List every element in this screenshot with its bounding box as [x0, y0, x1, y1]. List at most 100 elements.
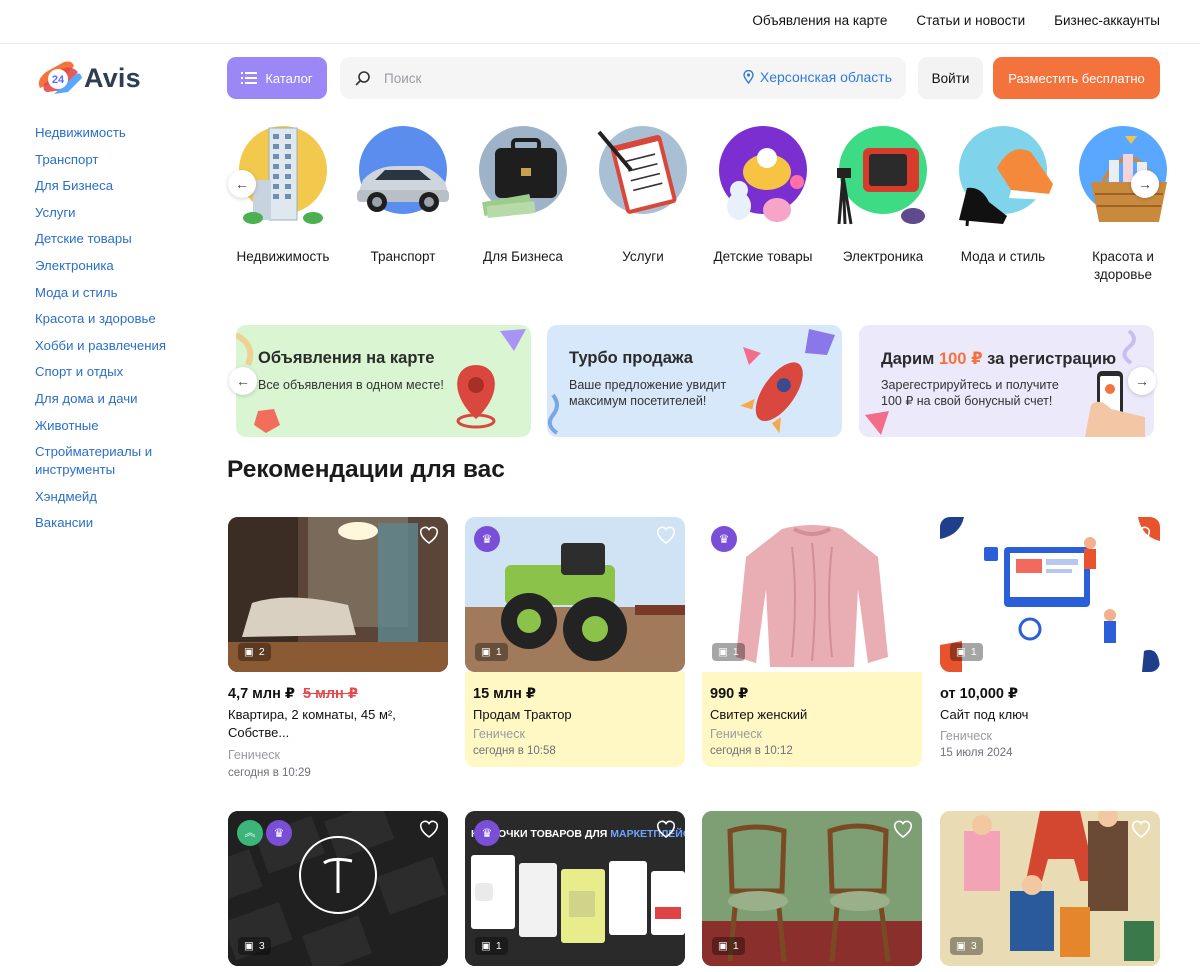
arrow-left-icon: ←	[236, 373, 250, 389]
sidebar-item-jobs[interactable]: Вакансии	[35, 514, 210, 532]
category-fashion[interactable]: Мода и стиль	[943, 124, 1063, 266]
promo-turbo[interactable]: Турбо продажа Ваше предложение увидит ма…	[547, 325, 842, 437]
crown-icon: ♛	[718, 532, 730, 546]
camera-icon: ▣	[481, 646, 491, 658]
listing-price: 990 ₽	[710, 686, 748, 702]
sidebar-item-kids[interactable]: Детские товары	[35, 230, 210, 248]
listing-photo: ▣ 2	[228, 517, 448, 672]
sidebar-item-construction[interactable]: Стройматериалы и инструменты	[35, 443, 210, 479]
category-label: Электроника	[842, 249, 924, 264]
favorite-heart-icon[interactable]	[892, 525, 914, 545]
listing-title: Свитер женский	[710, 707, 808, 722]
sidebar-item-realty[interactable]: Недвижимость	[35, 124, 210, 142]
catalog-button[interactable]: Каталог	[227, 57, 327, 99]
listing-city: Геническ	[940, 729, 992, 743]
category-services[interactable]: Услуги	[583, 124, 703, 266]
category-label: Мода и стиль	[960, 249, 1046, 264]
promo-map[interactable]: Объявления на карте Все объявления в одн…	[236, 325, 531, 437]
price-value: 15 млн ₽	[473, 686, 536, 702]
promo-desc: Зарегестрируйтесь и получите 100 ₽ на св…	[881, 378, 1059, 408]
sidebar-categories: Недвижимость Транспорт Для Бизнеса Услуг…	[35, 124, 210, 541]
old-price-value: 5 млн ₽	[303, 686, 358, 702]
sidebar-item-animals[interactable]: Животные	[35, 417, 210, 435]
login-button[interactable]: Войти	[918, 57, 983, 99]
photo-count-value: 1	[970, 646, 977, 658]
sidebar-item-sport[interactable]: Спорт и отдых	[35, 363, 210, 381]
top-link-articles[interactable]: Статьи и новости	[916, 13, 1025, 28]
building-icon	[239, 126, 327, 224]
camera-icon: ▣	[718, 646, 728, 658]
sidebar-item-home[interactable]: Для дома и дачи	[35, 390, 210, 408]
search-box: Херсонская область	[340, 57, 906, 99]
post-ad-button[interactable]: Разместить бесплатно	[993, 57, 1160, 99]
favorite-heart-icon[interactable]	[418, 525, 440, 545]
listing-title: Продам Трактор	[473, 707, 572, 722]
region-selector[interactable]: Херсонская область	[743, 69, 892, 85]
search-input[interactable]	[384, 70, 714, 86]
tv-icon	[837, 126, 927, 225]
sidebar-item-transport[interactable]: Транспорт	[35, 151, 210, 169]
category-prev-arrow[interactable]: ←	[228, 170, 256, 198]
sidebar-item-services[interactable]: Услуги	[35, 204, 210, 222]
category-kids[interactable]: Детские товары	[703, 124, 823, 266]
promo-title: Дарим 100 ₽ за регистрацию	[881, 349, 1116, 369]
category-next-arrow[interactable]: →	[1131, 170, 1159, 198]
favorite-heart-icon[interactable]	[655, 819, 677, 839]
sidebar-item-fashion[interactable]: Мода и стиль	[35, 284, 210, 302]
logo[interactable]: 24 Avis	[34, 58, 154, 98]
promo-prev-arrow[interactable]: ←	[229, 367, 257, 395]
photo-count: ▣ 1	[712, 937, 745, 955]
price-value: 990 ₽	[710, 686, 749, 702]
region-label: Херсонская область	[759, 69, 892, 85]
top-link-map[interactable]: Объявления на карте	[752, 13, 887, 28]
boost-up-badge: ︽	[237, 820, 263, 846]
listing-title: Сайт под ключ	[940, 707, 1029, 722]
price-value: 4,7 млн ₽	[228, 686, 295, 702]
photo-count: ▣ 1	[475, 937, 508, 955]
listing-photo: ▣ 3	[940, 811, 1160, 966]
favorite-heart-icon[interactable]	[655, 525, 677, 545]
promo-bonus[interactable]: Дарим 100 ₽ за регистрацию Зарегестрируй…	[859, 325, 1154, 437]
favorite-heart-icon[interactable]	[892, 819, 914, 839]
promo-title: Объявления на карте	[258, 349, 435, 367]
category-business[interactable]: Для Бизнеса	[463, 124, 583, 266]
arrow-right-icon: →	[1135, 373, 1149, 389]
listing-price: 4,7 млн ₽ 5 млн ₽	[228, 686, 358, 702]
photo-count-value: 1	[495, 940, 502, 952]
crown-icon: ♛	[481, 826, 493, 840]
sidebar-item-hobby[interactable]: Хобби и развлечения	[35, 337, 210, 355]
premium-crown-badge: ♛	[711, 526, 737, 552]
promo-next-arrow[interactable]: →	[1128, 367, 1156, 395]
listing-city: Геническ	[710, 727, 762, 741]
clipboard-icon	[597, 126, 687, 214]
category-transport[interactable]: Транспорт	[343, 124, 463, 266]
logo-text: Avis	[84, 62, 141, 93]
photo-count: ▣ 1	[950, 643, 983, 661]
premium-crown-badge: ♛	[266, 820, 292, 846]
favorite-heart-icon[interactable]	[1130, 525, 1152, 545]
sidebar-item-electronics[interactable]: Электроника	[35, 257, 210, 275]
photo-count-value: 1	[732, 940, 739, 952]
category-electronics[interactable]: Электроника	[823, 124, 943, 266]
logo-mark-icon: 24	[38, 61, 82, 94]
category-label: Красота и здоровье	[1092, 249, 1154, 282]
category-beauty[interactable]: Красота и здоровье	[1063, 124, 1183, 284]
photo-count: ▣ 1	[712, 643, 745, 661]
sidebar-item-beauty[interactable]: Красота и здоровье	[35, 310, 210, 328]
category-label: Транспорт	[370, 249, 436, 264]
listing-date: сегодня в 10:12	[710, 745, 793, 757]
favorite-heart-icon[interactable]	[1130, 819, 1152, 839]
photo-count: ▣ 3	[238, 937, 271, 955]
crown-icon: ♛	[273, 826, 285, 840]
listing-photo: ♛ ▣ 1	[702, 517, 922, 672]
camera-icon: ▣	[244, 646, 254, 658]
favorite-heart-icon[interactable]	[418, 819, 440, 839]
top-link-business[interactable]: Бизнес-аккаунты	[1054, 13, 1160, 28]
premium-crown-badge: ♛	[474, 526, 500, 552]
price-value: от 10,000 ₽	[940, 686, 1019, 702]
sidebar-item-handmade[interactable]: Хэндмейд	[35, 488, 210, 506]
photo-count: ▣ 2	[238, 643, 271, 661]
listing-photo: ▣ 1	[702, 811, 922, 966]
listing-photo: ♛ ▣ 1	[465, 517, 685, 672]
sidebar-item-business[interactable]: Для Бизнеса	[35, 177, 210, 195]
